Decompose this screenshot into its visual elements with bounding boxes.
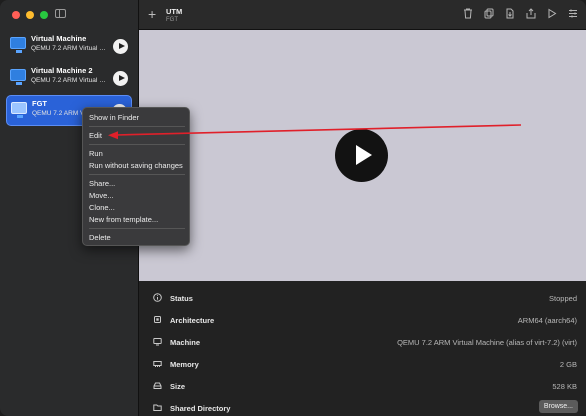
menu-item-run-without-saving[interactable]: Run without saving changes: [89, 161, 183, 170]
menu-separator: [89, 228, 185, 229]
info-row-shared-directory: Shared Directory Browse...: [139, 397, 586, 416]
settings-icon[interactable]: [567, 8, 578, 20]
menu-item-move[interactable]: Move...: [89, 191, 114, 200]
size-label: Size: [170, 382, 186, 391]
monitor-icon: [10, 37, 26, 53]
status-label: Status: [170, 294, 193, 303]
info-row-architecture: Architecture ARM64 (aarch64): [139, 309, 586, 331]
architecture-label: Architecture: [170, 316, 215, 325]
vm-subtitle: QEMU 7.2 ARM Virtual M...: [31, 45, 109, 52]
menu-item-share[interactable]: Share...: [89, 179, 115, 188]
trash-icon[interactable]: [462, 8, 473, 20]
browse-button[interactable]: Browse...: [538, 400, 578, 413]
vm-item-virtual-machine[interactable]: Virtual Machine QEMU 7.2 ARM Virtual M..…: [6, 31, 132, 62]
machine-value: QEMU 7.2 ARM Virtual Machine (alias of v…: [397, 338, 577, 347]
monitor-icon: [11, 102, 27, 118]
window-title: UTM: [166, 7, 183, 16]
vm-name: FGT: [32, 99, 47, 108]
share-icon[interactable]: [504, 8, 515, 20]
utm-window: Virtual Machine QEMU 7.2 ARM Virtual M..…: [0, 0, 586, 416]
toolbar: + UTM FGT: [139, 0, 586, 30]
info-row-machine: Machine QEMU 7.2 ARM Virtual Machine (al…: [139, 331, 586, 353]
menu-item-new-from-template[interactable]: New from template...: [89, 215, 158, 224]
menu-item-run[interactable]: Run: [89, 149, 103, 158]
start-vm-button[interactable]: [335, 129, 388, 182]
zoom-window-button[interactable]: [40, 11, 48, 19]
status-value: Stopped: [549, 294, 577, 303]
drive-icon: [152, 381, 162, 391]
vm-item-virtual-machine-2[interactable]: Virtual Machine 2 QEMU 7.2 ARM Virtual M…: [6, 63, 132, 94]
menu-separator: [89, 126, 185, 127]
sidebar-toggle-icon[interactable]: [55, 9, 66, 18]
play-icon[interactable]: [546, 8, 557, 20]
architecture-value: ARM64 (aarch64): [517, 316, 577, 325]
memory-icon: [152, 359, 162, 369]
menu-item-show-in-finder[interactable]: Show in Finder: [89, 113, 139, 122]
vm-subtitle: QEMU 7.2 ARM Virtual M...: [31, 77, 109, 84]
toolbar-actions: [462, 8, 578, 20]
memory-label: Memory: [170, 360, 199, 369]
menu-item-clone[interactable]: Clone...: [89, 203, 115, 212]
memory-value: 2 GB: [559, 360, 577, 369]
machine-label: Machine: [170, 338, 201, 347]
menu-item-delete[interactable]: Delete: [89, 233, 111, 242]
cpu-icon: [152, 315, 162, 325]
menu-separator: [89, 174, 185, 175]
info-row-memory: Memory 2 GB: [139, 353, 586, 375]
folder-icon: [152, 403, 162, 413]
info-row-size: Size 528 KB: [139, 375, 586, 397]
add-vm-icon[interactable]: +: [148, 7, 156, 21]
vm-play-button[interactable]: [113, 39, 128, 54]
vm-info-panel: Status Stopped Architecture ARM64 (aarch…: [139, 281, 586, 416]
context-menu: Show in Finder Edit Run Run without savi…: [82, 107, 190, 246]
monitor-icon: [152, 337, 162, 347]
window-subtitle: FGT: [166, 17, 178, 23]
vm-play-button[interactable]: [113, 71, 128, 86]
shared-directory-label: Shared Directory: [170, 404, 231, 413]
monitor-icon: [10, 69, 26, 85]
vm-name: Virtual Machine: [31, 34, 87, 43]
window-controls: [12, 11, 48, 19]
size-value: 528 KB: [552, 382, 577, 391]
close-window-button[interactable]: [12, 11, 20, 19]
minimize-window-button[interactable]: [26, 11, 34, 19]
info-icon: [152, 293, 162, 303]
menu-item-edit[interactable]: Edit: [89, 131, 102, 140]
upload-icon[interactable]: [525, 8, 536, 20]
clone-icon[interactable]: [483, 8, 494, 20]
vm-name: Virtual Machine 2: [31, 66, 93, 75]
info-row-status: Status Stopped: [139, 287, 586, 309]
vm-display: [139, 30, 586, 281]
menu-separator: [89, 144, 185, 145]
